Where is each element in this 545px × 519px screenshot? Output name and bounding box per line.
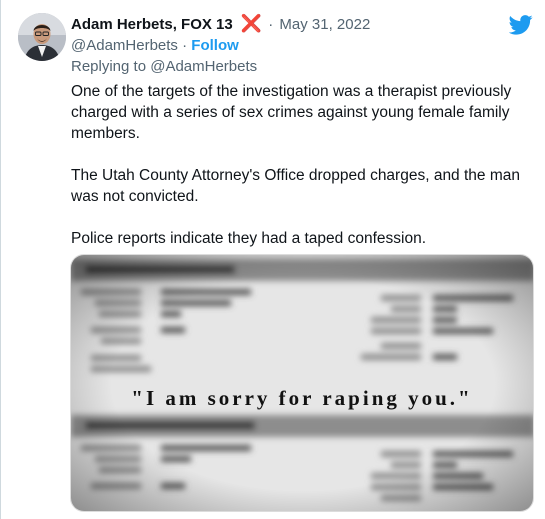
- tweet-text: One of the targets of the investigation …: [71, 81, 536, 270]
- handle-row: @AdamHerbets · Follow: [71, 36, 239, 56]
- tweet-date[interactable]: May 31, 2022: [279, 16, 370, 33]
- separator-dot: ·: [182, 37, 188, 54]
- avatar[interactable]: [18, 13, 66, 61]
- confession-caption: "I am sorry for raping you.": [131, 386, 473, 410]
- reply-prefix: Replying to: [71, 58, 147, 75]
- tweet-paragraph: One of the targets of the investigation …: [71, 83, 512, 142]
- blurred-police-report: [71, 255, 533, 511]
- author-handle[interactable]: @AdamHerbets: [71, 37, 178, 54]
- reply-handle[interactable]: @AdamHerbets: [150, 58, 257, 75]
- tweet-paragraph: The Utah County Attorney's Office droppe…: [71, 167, 520, 205]
- cross-mark-icon: ❌: [240, 14, 263, 33]
- author-name[interactable]: Adam Herbets, FOX 13: [71, 16, 233, 33]
- avatar-image: [18, 13, 66, 61]
- tweet-header: Adam Herbets, FOX 13 ❌ · May 31, 2022: [71, 14, 370, 35]
- twitter-bird-icon[interactable]: [509, 14, 533, 36]
- tweet-card: Adam Herbets, FOX 13 ❌ · May 31, 2022 @A…: [0, 0, 545, 519]
- follow-button[interactable]: Follow: [191, 37, 239, 54]
- separator-dot: ·: [268, 16, 274, 33]
- replying-to: Replying to @AdamHerbets: [71, 57, 257, 77]
- tweet-media-image[interactable]: "I am sorry for raping you.": [70, 254, 534, 512]
- tweet-paragraph: Police reports indicate they had a taped…: [71, 230, 427, 247]
